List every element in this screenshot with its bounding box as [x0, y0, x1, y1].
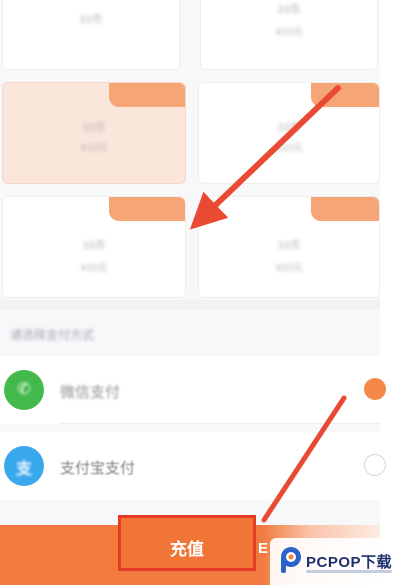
recharge-screen: 33币 33币 ¥33元 33币 ¥33元 33币 ¥33元 33币 ¥33元 …	[0, 0, 400, 585]
section-separator	[0, 300, 380, 310]
package-coins: 33币	[277, 240, 301, 252]
package-price: ¥33元	[80, 263, 108, 274]
package-card[interactable]: 33币 ¥33元	[2, 196, 186, 298]
row-divider	[60, 423, 380, 424]
package-discount-tag	[109, 83, 185, 107]
package-coins: 33币	[82, 240, 106, 252]
wechat-pay-label: 微信支付	[60, 384, 121, 401]
alipay-icon: 支	[4, 446, 44, 486]
pcpop-watermark: PCPOP下载	[270, 538, 400, 585]
package-discount-tag	[311, 83, 379, 107]
recharge-button[interactable]: 充值	[118, 515, 256, 571]
recharge-button-label: 充值	[170, 540, 204, 559]
package-card[interactable]: 33币 ¥33元	[198, 82, 380, 184]
package-coins: 33币	[277, 4, 301, 16]
alipay-radio[interactable]	[364, 454, 386, 476]
payment-option-wechat[interactable]: ✆ 微信支付	[0, 356, 386, 424]
payment-option-alipay[interactable]: 支 支付宝支付	[0, 432, 386, 500]
package-price: ¥33元	[275, 263, 303, 274]
package-coins: 33币	[82, 122, 106, 134]
watermark-underline	[306, 570, 392, 573]
payment-section-title: 请选择支付方式	[10, 328, 95, 342]
pcpop-logo-icon	[281, 547, 301, 573]
package-grid: 33币 33币 ¥33元 33币 ¥33元 33币 ¥33元 33币 ¥33元 …	[0, 0, 380, 300]
wechat-radio-selected[interactable]	[364, 378, 386, 400]
package-price: ¥33元	[80, 143, 108, 154]
alipay-pay-label: 支付宝支付	[60, 460, 136, 477]
package-card[interactable]: 33币 ¥33元	[198, 196, 380, 298]
package-card-selected[interactable]: 33币 ¥33元	[2, 82, 186, 184]
package-coins: 33币	[277, 122, 301, 134]
package-card[interactable]: 33币	[2, 0, 180, 70]
package-discount-tag	[311, 197, 379, 221]
package-coins: 33币	[79, 14, 103, 26]
package-discount-tag	[109, 197, 185, 221]
bar-side-glyph: E	[258, 540, 269, 557]
package-price: ¥33元	[275, 27, 303, 38]
wechat-icon: ✆	[4, 370, 44, 410]
watermark-text: PCPOP下载	[306, 554, 393, 571]
wechat-glyph: ✆	[17, 381, 31, 398]
screen-edge	[380, 0, 400, 585]
alipay-glyph: 支	[15, 461, 32, 478]
package-card[interactable]: 33币 ¥33元	[200, 0, 378, 70]
package-price: ¥33元	[275, 143, 303, 154]
